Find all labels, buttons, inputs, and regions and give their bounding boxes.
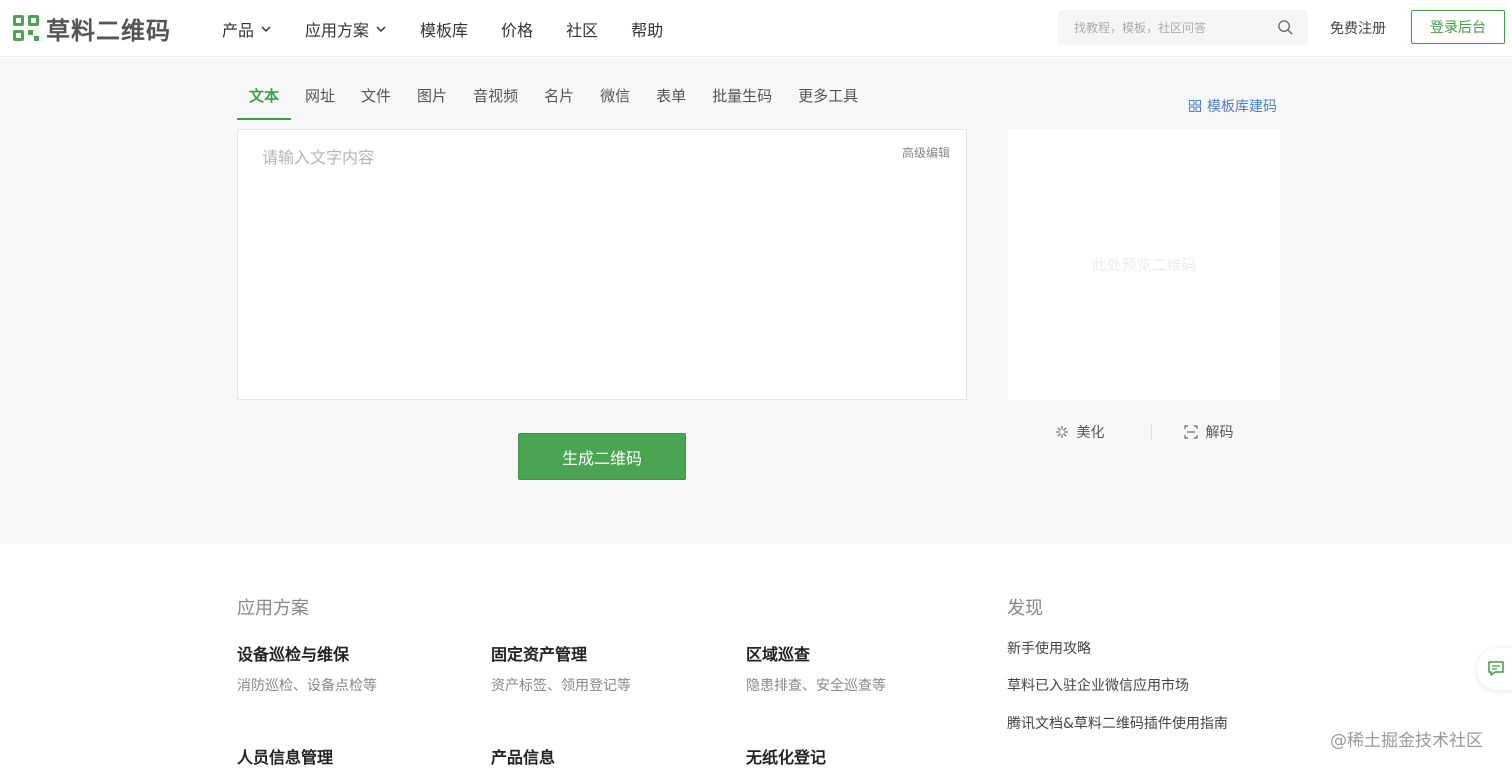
tab-batch[interactable]: 批量生码 — [700, 86, 784, 120]
decode-button[interactable]: 解码 — [1183, 422, 1234, 442]
search-icon[interactable] — [1277, 19, 1294, 36]
nav-item-label: 模板库 — [420, 20, 469, 40]
tab-form[interactable]: 表单 — [644, 86, 698, 120]
nav-item-label: 价格 — [501, 20, 534, 40]
tab-url[interactable]: 网址 — [293, 86, 347, 120]
nav-item-help[interactable]: 帮助 — [631, 17, 663, 41]
feedback-float-button[interactable] — [1477, 648, 1512, 690]
discover-heading: 发现 — [1007, 598, 1043, 619]
logo[interactable]: 草料二维码 — [12, 13, 171, 45]
search-box — [1058, 10, 1308, 45]
login-button[interactable]: 登录后台 — [1411, 10, 1505, 44]
nav-item-pricing[interactable]: 价格 — [501, 17, 533, 41]
nav-item-solutions[interactable]: 应用方案 — [305, 17, 387, 41]
text-content-input[interactable] — [238, 130, 966, 399]
tab-file[interactable]: 文件 — [349, 86, 403, 120]
discover-link[interactable]: 腾讯文档&草料二维码插件使用指南 — [1007, 713, 1228, 733]
nav-item-label: 产品 — [222, 20, 255, 40]
nav-item-templates[interactable]: 模板库 — [420, 17, 468, 41]
grid-icon — [1189, 100, 1201, 112]
watermark-text: @稀土掘金技术社区 — [1330, 731, 1483, 751]
qr-tools: 美化 解码 — [1008, 420, 1280, 444]
content-type-tabs: 文本 网址 文件 图片 音视频 名片 微信 表单 批量生码 更多工具 — [237, 86, 872, 120]
solution-title[interactable]: 固定资产管理 — [491, 641, 587, 665]
nav-item-label: 应用方案 — [305, 20, 370, 40]
logo-text: 草料二维码 — [46, 16, 171, 45]
top-header: 草料二维码 产品 应用方案 模板库 价格 社区 帮助 免费注册 登录后台 — [0, 0, 1512, 57]
tool-divider — [1150, 424, 1152, 440]
solution-title[interactable]: 无纸化登记 — [746, 744, 826, 768]
solution-title[interactable]: 人员信息管理 — [237, 744, 333, 768]
generate-qr-button[interactable]: 生成二维码 — [518, 433, 686, 480]
nav-item-label: 帮助 — [631, 20, 664, 40]
qr-preview-area: 此处预览二维码 — [1008, 129, 1280, 400]
discover-link[interactable]: 新手使用攻略 — [1007, 638, 1091, 658]
logo-icon — [13, 15, 39, 41]
solution-title[interactable]: 设备巡检与维保 — [237, 641, 349, 665]
text-editor: 高级编辑 — [237, 129, 967, 400]
tab-wechat[interactable]: 微信 — [588, 86, 642, 120]
template-create-label: 模板库建码 — [1207, 99, 1277, 115]
solutions-heading: 应用方案 — [237, 598, 309, 619]
footer-section: 应用方案 设备巡检与维保 消防巡检、设备点检等 固定资产管理 资产标签、领用登记… — [0, 544, 1512, 769]
solution-subtitle: 资产标签、领用登记等 — [491, 678, 631, 694]
search-input[interactable] — [1074, 20, 1277, 35]
discover-link[interactable]: 草料已入驻企业微信应用市场 — [1007, 675, 1189, 695]
main-nav: 产品 应用方案 模板库 价格 社区 帮助 — [222, 0, 696, 57]
tab-text[interactable]: 文本 — [237, 86, 292, 120]
tab-business-card[interactable]: 名片 — [532, 86, 586, 120]
solution-subtitle: 隐患排查、安全巡查等 — [746, 678, 886, 694]
sparkle-icon — [1055, 426, 1068, 438]
register-link[interactable]: 免费注册 — [1330, 18, 1386, 38]
template-create-link[interactable]: 模板库建码 — [1189, 96, 1277, 116]
scan-icon — [1183, 425, 1198, 439]
solution-title[interactable]: 区域巡查 — [746, 641, 810, 665]
beautify-label: 美化 — [1076, 425, 1105, 441]
tab-audio-video[interactable]: 音视频 — [461, 86, 530, 120]
chat-icon — [1488, 661, 1504, 676]
generator-panel: 文本 网址 文件 图片 音视频 名片 微信 表单 批量生码 更多工具 模板库建码… — [0, 58, 1512, 544]
nav-item-community[interactable]: 社区 — [566, 17, 598, 41]
preview-placeholder: 此处预览二维码 — [1091, 256, 1197, 274]
decode-label: 解码 — [1205, 425, 1234, 441]
tab-image[interactable]: 图片 — [405, 86, 459, 120]
beautify-button[interactable]: 美化 — [1055, 422, 1105, 442]
chevron-down-icon — [261, 25, 271, 32]
solution-title[interactable]: 产品信息 — [491, 744, 555, 768]
solution-subtitle: 消防巡检、设备点检等 — [237, 678, 377, 694]
nav-item-products[interactable]: 产品 — [222, 17, 272, 41]
advanced-edit-link[interactable]: 高级编辑 — [902, 144, 950, 161]
tab-more-tools[interactable]: 更多工具 — [786, 86, 870, 120]
nav-item-label: 社区 — [566, 20, 599, 40]
chevron-down-icon — [376, 25, 386, 32]
